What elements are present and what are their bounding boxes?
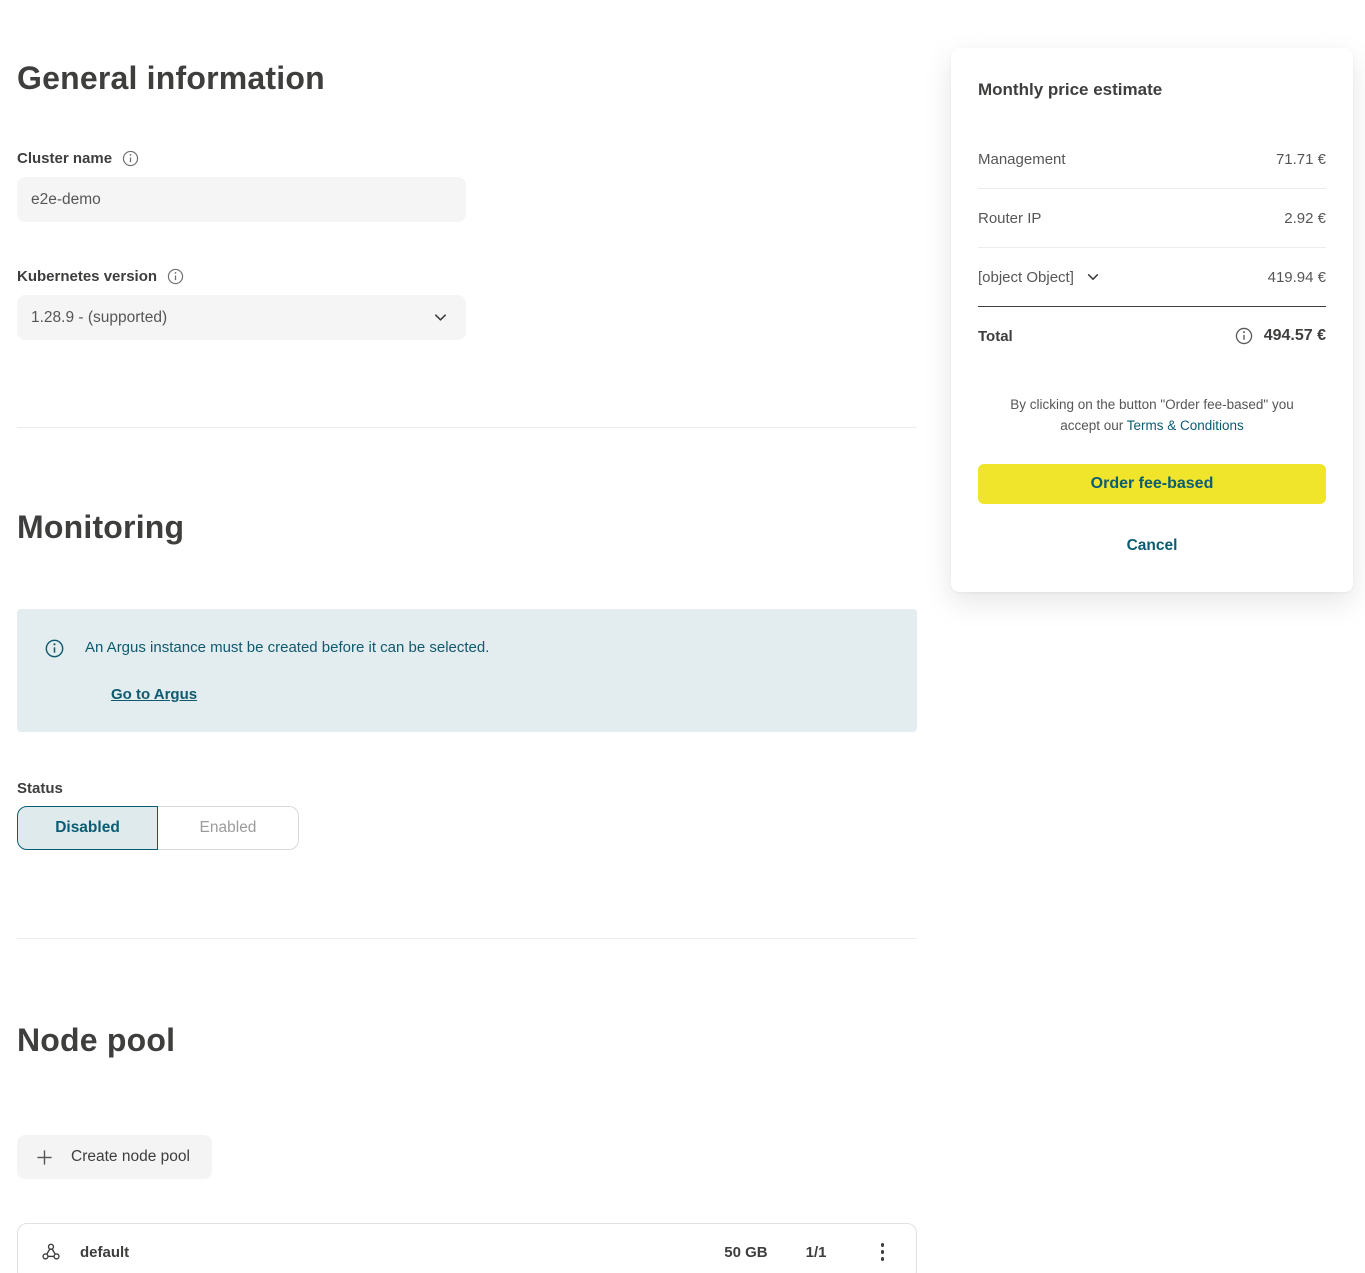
disclaimer-prefix: accept our — [1060, 418, 1127, 433]
total-value: 494.57 € — [1264, 327, 1326, 345]
price-total-row: Total 494.57 € — [978, 307, 1326, 365]
price-card-title: Monthly price estimate — [978, 80, 1326, 100]
cluster-name-label-row: Cluster name — [17, 150, 917, 167]
general-information-title: General information — [17, 58, 917, 98]
k8s-version-selected-value: 1.28.9 - (supported) — [31, 309, 167, 327]
create-node-pool-button[interactable]: Create node pool — [17, 1135, 212, 1179]
create-node-pool-label: Create node pool — [71, 1148, 190, 1166]
monitoring-title: Monitoring — [17, 507, 917, 547]
banner-message: An Argus instance must be created before… — [85, 638, 489, 658]
status-option-disabled[interactable]: Disabled — [17, 806, 158, 850]
cluster-name-label: Cluster name — [17, 150, 112, 167]
section-divider — [17, 427, 917, 428]
go-to-argus-link[interactable]: Go to Argus — [111, 686, 197, 703]
cluster-name-info-icon[interactable] — [122, 150, 139, 167]
terms-and-conditions-link[interactable]: Terms & Conditions — [1127, 418, 1244, 433]
total-info-icon[interactable] — [1235, 327, 1253, 345]
plus-icon — [35, 1148, 54, 1167]
disclaimer-line1: By clicking on the button "Order fee-bas… — [1010, 397, 1294, 412]
price-row-label: [object Object] — [978, 269, 1074, 286]
section-divider — [17, 938, 917, 939]
price-row-router-ip: Router IP 2.92 € — [978, 189, 1326, 248]
node-pool-title: Node pool — [17, 1020, 917, 1060]
price-row-management: Management 71.71 € — [978, 130, 1326, 189]
total-label: Total — [978, 328, 1013, 345]
k8s-version-label: Kubernetes version — [17, 268, 157, 285]
node-pool-menu-icon[interactable] — [873, 1237, 893, 1267]
price-row-value: 71.71 € — [1276, 151, 1326, 168]
price-row-label: Router IP — [978, 210, 1041, 227]
price-row-value: 2.92 € — [1284, 210, 1326, 227]
node-pool-row[interactable]: default 50 GB 1/1 — [17, 1223, 917, 1273]
node-pool-storage: 50 GB — [724, 1244, 767, 1261]
node-pool-count: 1/1 — [806, 1244, 827, 1261]
k8s-version-label-row: Kubernetes version — [17, 268, 917, 285]
argus-info-banner: An Argus instance must be created before… — [17, 609, 917, 732]
k8s-version-info-icon[interactable] — [167, 268, 184, 285]
price-row-node-pools: [object Object] 419.94 € — [978, 248, 1326, 307]
order-disclaimer: By clicking on the button "Order fee-bas… — [978, 394, 1326, 436]
k8s-version-select[interactable]: 1.28.9 - (supported) — [17, 295, 466, 340]
info-icon — [45, 639, 64, 663]
price-row-label: Management — [978, 151, 1066, 168]
status-toggle-group: Disabled Enabled — [17, 806, 299, 850]
cluster-name-input[interactable] — [17, 177, 466, 222]
cluster-nodes-icon — [40, 1241, 62, 1263]
price-row-value: 419.94 € — [1268, 269, 1326, 286]
chevron-down-icon — [433, 310, 448, 325]
cluster-create-form: General information Cluster name Kuberne… — [17, 0, 917, 1273]
node-pool-name: default — [80, 1244, 724, 1261]
monthly-price-estimate-card: Monthly price estimate Management 71.71 … — [951, 48, 1353, 592]
chevron-down-icon[interactable] — [1086, 270, 1100, 284]
cancel-button[interactable]: Cancel — [978, 537, 1326, 555]
status-label: Status — [17, 780, 917, 797]
order-fee-based-button[interactable]: Order fee-based — [978, 464, 1326, 504]
status-option-enabled[interactable]: Enabled — [158, 806, 299, 850]
